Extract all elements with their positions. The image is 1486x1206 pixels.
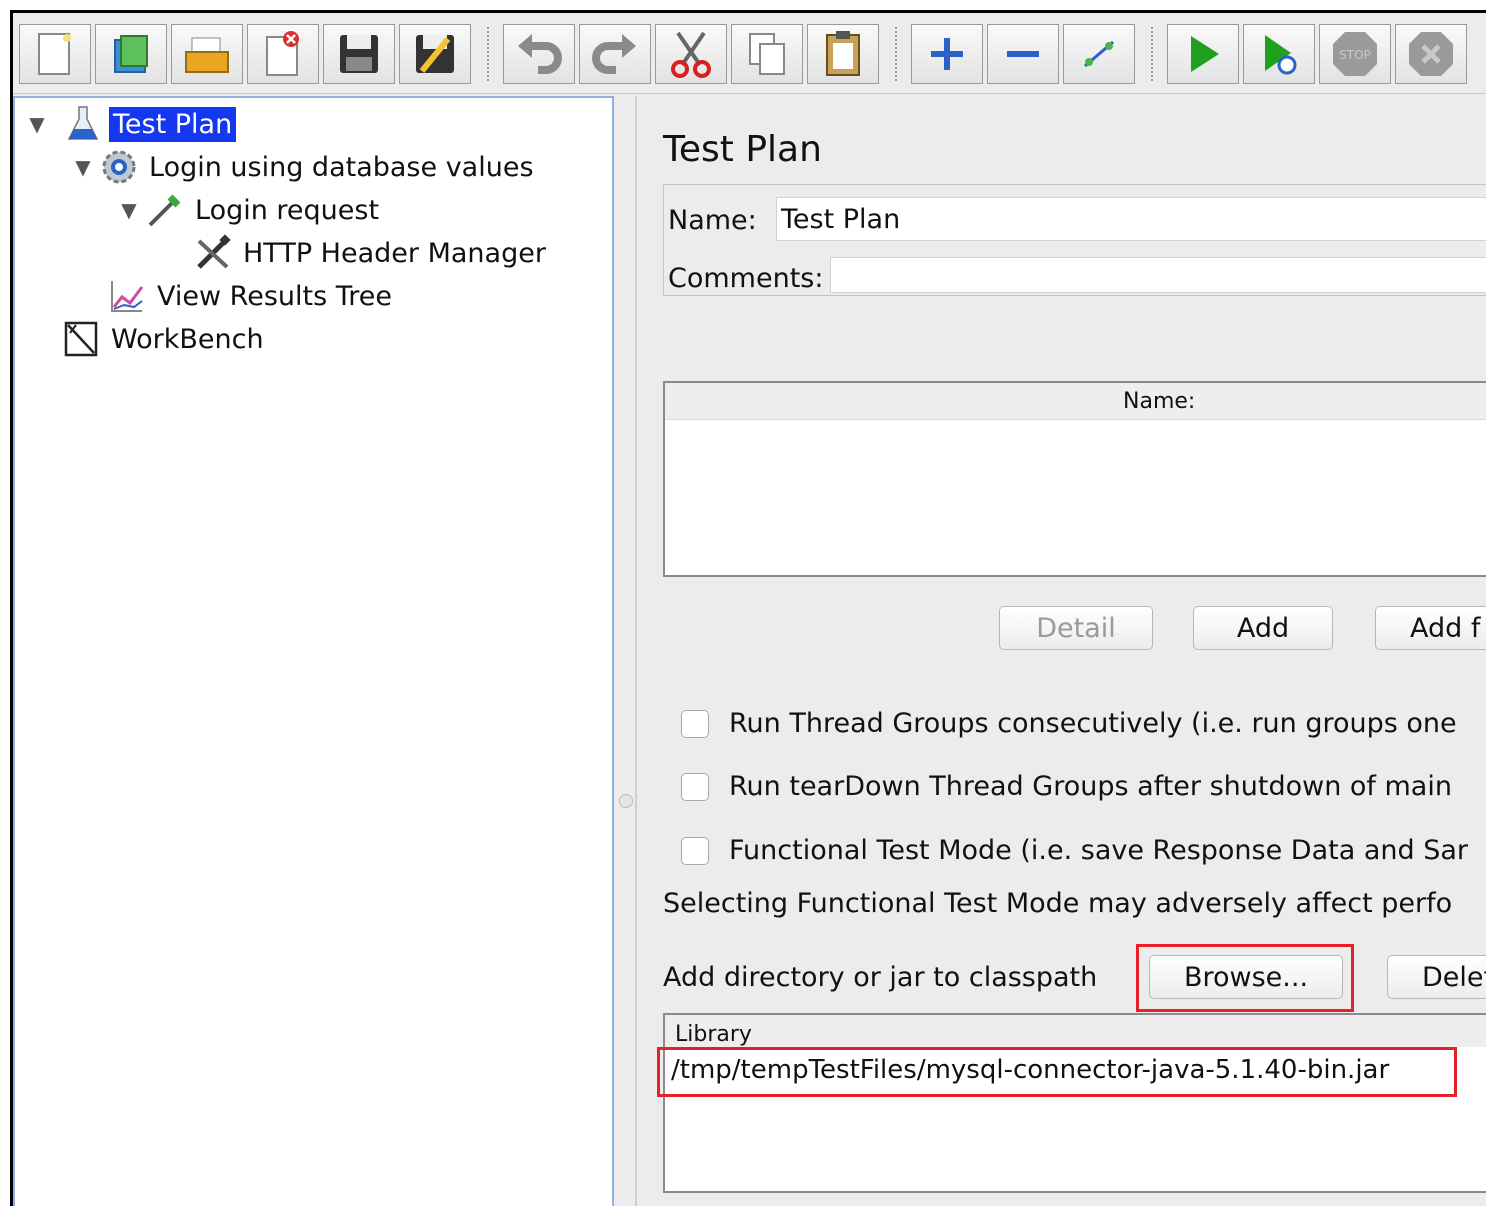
copy-icon[interactable] [731, 24, 803, 84]
tree-item-label: Login request [195, 194, 380, 226]
cut-icon[interactable] [655, 24, 727, 84]
name-comments-box: Name: Test Plan Comments: [663, 184, 1486, 296]
comments-label: Comments: [668, 263, 824, 294]
checkbox-label: Run Thread Groups consecutively (i.e. ru… [729, 708, 1457, 739]
close-icon[interactable] [247, 24, 319, 84]
svg-text:STOP: STOP [1339, 48, 1371, 62]
functional-mode-checkbox[interactable] [681, 836, 709, 865]
stop-icon[interactable]: STOP [1319, 24, 1391, 84]
library-column-header: Library [665, 1015, 1486, 1047]
panel-splitter[interactable] [614, 96, 637, 1206]
redo-icon[interactable] [579, 24, 651, 84]
workbench-icon [61, 319, 101, 359]
name-label: Name: [668, 205, 757, 236]
open-icon[interactable] [171, 24, 243, 84]
graph-icon [107, 276, 147, 316]
tree-item-login-request[interactable]: ▼ Login request [117, 190, 383, 230]
functional-mode-checkbox-row[interactable]: Functional Test Mode (i.e. save Response… [681, 835, 1468, 866]
paste-icon[interactable] [807, 24, 879, 84]
undo-icon[interactable] [503, 24, 575, 84]
library-highlight [657, 1047, 1457, 1097]
tree-item-thread-group[interactable]: ▼ Login using database values [71, 147, 538, 187]
expand-toggle-icon[interactable]: ▼ [25, 112, 49, 136]
expand-icon[interactable] [911, 24, 983, 84]
tree-item-workbench[interactable]: WorkBench [61, 319, 268, 359]
tree-item-label: WorkBench [111, 323, 264, 355]
page-title: Test Plan [663, 129, 822, 170]
tree-item-test-plan[interactable]: ▼ Test Plan [25, 104, 237, 144]
add-from-clipboard-button[interactable]: Add f [1375, 606, 1486, 650]
gear-icon [99, 147, 139, 187]
tree-item-label: View Results Tree [157, 280, 392, 312]
library-table[interactable]: Library /tmp/tempTestFiles/mysql-connect… [663, 1013, 1486, 1193]
toolbar-separator [487, 27, 493, 81]
save-as-icon[interactable] [399, 24, 471, 84]
toolbar-separator [1151, 27, 1157, 81]
comments-field[interactable] [830, 257, 1486, 293]
shutdown-icon[interactable] [1395, 24, 1467, 84]
test-plan-tree[interactable]: ▼ Test Plan ▼ Login using database value… [13, 96, 614, 1206]
delete-button[interactable]: Delet [1387, 955, 1486, 999]
table-column-header: Name: [665, 383, 1486, 420]
toolbar: STOP [13, 13, 1486, 94]
expand-toggle-icon[interactable]: ▼ [71, 155, 95, 179]
toolbar-separator [895, 27, 901, 81]
templates-icon[interactable] [95, 24, 167, 84]
checkbox-label: Run tearDown Thread Groups after shutdow… [729, 771, 1452, 802]
save-icon[interactable] [323, 24, 395, 84]
browse-button[interactable]: Browse... [1149, 955, 1343, 999]
tools-icon [193, 233, 233, 273]
functional-mode-warning: Selecting Functional Test Mode may adver… [663, 888, 1453, 919]
start-icon[interactable] [1167, 24, 1239, 84]
tree-item-header-manager[interactable]: HTTP Header Manager [193, 233, 550, 273]
tree-item-view-results-tree[interactable]: View Results Tree [107, 276, 396, 316]
toggle-icon[interactable] [1063, 24, 1135, 84]
tree-item-label: Login using database values [149, 151, 534, 183]
run-teardown-checkbox-row[interactable]: Run tearDown Thread Groups after shutdow… [681, 771, 1452, 802]
pipette-icon [145, 190, 185, 230]
detail-button[interactable]: Detail [999, 606, 1153, 650]
run-consecutively-checkbox[interactable] [681, 709, 709, 738]
tree-item-label: HTTP Header Manager [243, 237, 546, 269]
expand-toggle-icon[interactable]: ▼ [117, 198, 141, 222]
new-icon[interactable] [19, 24, 91, 84]
user-defined-variables-table[interactable]: Name: [663, 381, 1486, 577]
start-no-pauses-icon[interactable] [1243, 24, 1315, 84]
test-plan-editor: Test Plan Name: Test Plan Comments: Name… [637, 96, 1486, 1206]
classpath-label: Add directory or jar to classpath [663, 962, 1098, 993]
jmeter-window: STOP ▼ Test Plan ▼ Login using database … [10, 10, 1486, 1206]
run-teardown-checkbox[interactable] [681, 772, 709, 801]
checkbox-label: Functional Test Mode (i.e. save Response… [729, 835, 1469, 866]
add-button[interactable]: Add [1193, 606, 1333, 650]
collapse-icon[interactable] [987, 24, 1059, 84]
name-field[interactable]: Test Plan [776, 197, 1486, 241]
splitter-grip-icon[interactable] [619, 794, 633, 808]
run-consecutively-checkbox-row[interactable]: Run Thread Groups consecutively (i.e. ru… [681, 708, 1457, 739]
flask-icon [63, 104, 103, 144]
tree-item-label: Test Plan [109, 106, 237, 142]
